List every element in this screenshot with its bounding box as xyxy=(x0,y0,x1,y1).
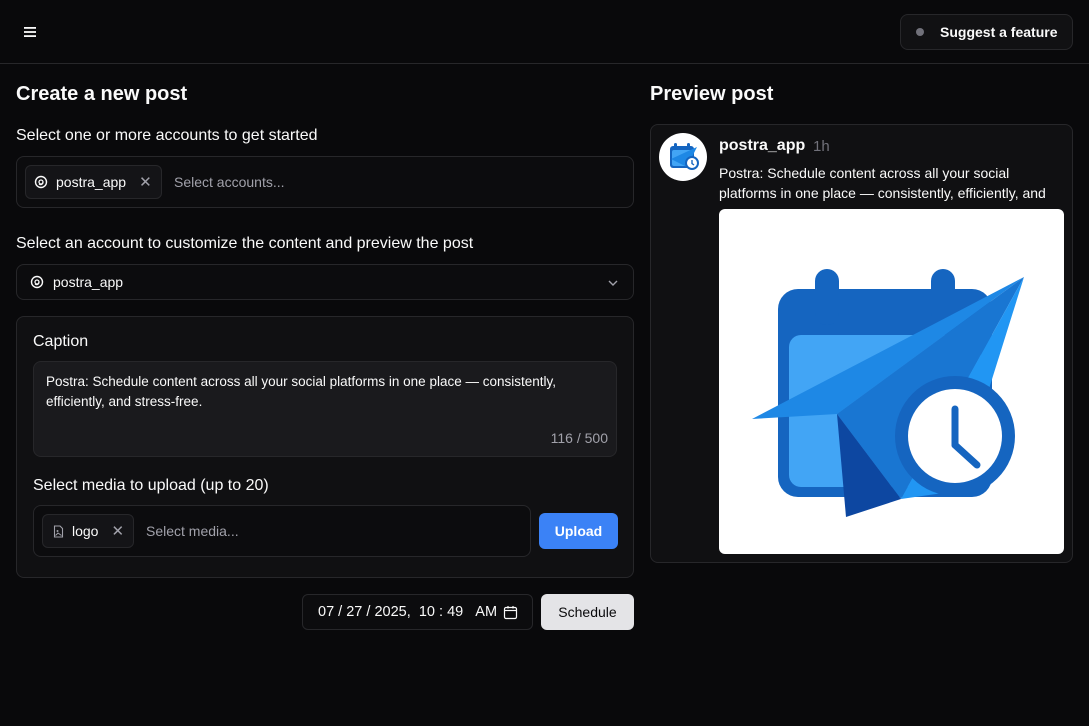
preview-title: Preview post xyxy=(650,83,774,105)
customize-account-select[interactable]: postra_app xyxy=(16,264,634,300)
media-search-input[interactable]: Select media... xyxy=(146,523,239,539)
remove-media-icon[interactable]: ✕ xyxy=(111,522,124,540)
media-multiselect[interactable]: logo ✕ Select media... xyxy=(33,505,531,557)
page-title: Create a new post xyxy=(16,83,188,105)
date-separator: / xyxy=(334,604,347,620)
status-dot-icon xyxy=(916,28,924,36)
media-chip-label: logo xyxy=(72,523,99,539)
time-separator xyxy=(463,604,475,620)
threads-icon xyxy=(30,275,44,289)
ampm-field[interactable]: AM xyxy=(475,604,497,620)
hour-field[interactable]: 10 xyxy=(419,604,435,620)
upload-button[interactable]: Upload xyxy=(539,513,618,549)
schedule-datetime-input[interactable]: 07 / 27 / 2025 , 10 : 49 AM xyxy=(302,594,533,630)
file-icon xyxy=(53,524,64,538)
preview-timestamp: 1h xyxy=(813,138,830,155)
top-bar: Suggest a feature xyxy=(0,0,1089,64)
caption-textarea[interactable]: Postra: Schedule content across all your… xyxy=(33,361,617,457)
remove-account-icon[interactable]: ✕ xyxy=(139,173,152,191)
customize-selected-value: postra_app xyxy=(53,274,124,290)
postra-logo-icon xyxy=(670,143,699,170)
preview-card: postra_app 1h Postra: Schedule content a… xyxy=(650,124,1073,563)
account-chip-label: postra_app xyxy=(56,174,127,190)
media-label: Select media to upload (up to 20) xyxy=(33,477,269,494)
hamburger-menu-icon[interactable] xyxy=(18,20,42,44)
media-chip: logo ✕ xyxy=(42,514,134,548)
preview-post-text: Postra: Schedule content across all your… xyxy=(719,165,1046,201)
caption-char-counter: 116 / 500 xyxy=(550,430,608,446)
avatar xyxy=(659,133,707,181)
caption-text: Postra: Schedule content across all your… xyxy=(46,374,557,409)
month-field[interactable]: 07 xyxy=(318,604,334,620)
schedule-button[interactable]: Schedule xyxy=(541,594,634,630)
caption-label: Caption xyxy=(33,333,89,350)
datetime-separator: , xyxy=(406,604,419,620)
accounts-multiselect[interactable]: postra_app ✕ Select accounts... xyxy=(16,156,634,208)
threads-icon xyxy=(34,175,48,189)
accounts-search-input[interactable]: Select accounts... xyxy=(174,174,285,190)
preview-post-image xyxy=(719,209,1064,554)
accounts-label: Select one or more accounts to get start… xyxy=(16,127,318,144)
year-field[interactable]: 2025 xyxy=(374,604,406,620)
calendar-icon[interactable] xyxy=(503,605,518,620)
customize-label: Select an account to customize the conte… xyxy=(16,235,474,252)
postra-logo-icon xyxy=(752,269,1024,517)
preview-username: postra_app xyxy=(719,137,806,154)
time-separator: : xyxy=(434,604,448,620)
chevron-down-icon xyxy=(607,276,619,292)
day-field[interactable]: 27 xyxy=(346,604,362,620)
account-chip: postra_app ✕ xyxy=(25,165,162,199)
suggest-feature-label: Suggest a feature xyxy=(940,24,1058,40)
date-separator: / xyxy=(362,604,375,620)
minute-field[interactable]: 49 xyxy=(447,604,463,620)
suggest-feature-button[interactable]: Suggest a feature xyxy=(900,14,1073,50)
post-content-card: Caption Postra: Schedule content across … xyxy=(16,316,634,578)
